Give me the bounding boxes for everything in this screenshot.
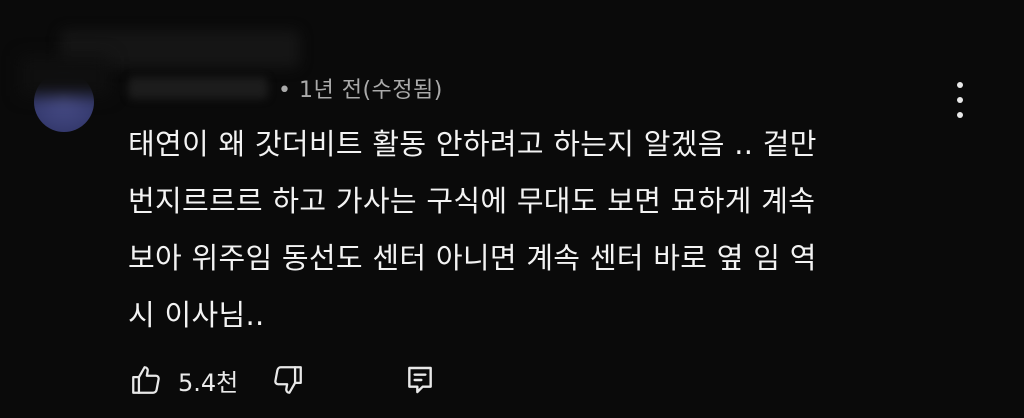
more-vertical-icon (957, 97, 963, 103)
like-button[interactable] (128, 362, 164, 398)
more-options-button[interactable] (948, 82, 972, 118)
thumbs-up-icon (132, 366, 160, 394)
reply-comment-icon (408, 366, 432, 394)
thumbs-down-icon (274, 366, 302, 394)
like-count: 5.4천 (178, 368, 239, 397)
comment-header: • 1년 전(수정됨) (128, 70, 443, 106)
more-vertical-icon (957, 82, 963, 88)
more-vertical-icon (957, 112, 963, 118)
comment-text-line: 시 이사님.. (128, 298, 265, 332)
comment-text-line: 보아 위주임 동선도 센터 아니면 계속 센터 바로 옆 임 역 (128, 241, 817, 275)
redacted-blur (20, 56, 110, 96)
dislike-button[interactable] (270, 362, 306, 398)
comment-text: 태연이 왜 갓더비트 활동 안하려고 하는지 알겠음 .. 겉만 번지르르르 하… (128, 116, 948, 344)
comment-meta: • 1년 전(수정됨) (278, 78, 443, 103)
comment-item: • 1년 전(수정됨) 태연이 왜 갓더비트 활동 안하려고 하는지 알겠음 .… (0, 0, 1024, 418)
reply-button[interactable] (402, 362, 438, 398)
comment-text-line: 번지르르르 하고 가사는 구식에 무대도 보면 묘하게 계속 (128, 184, 816, 218)
comment-actions: 5.4천 (128, 360, 438, 400)
author-name[interactable] (128, 77, 268, 99)
comment-text-line: 태연이 왜 갓더비트 활동 안하려고 하는지 알겠음 .. 겉만 (128, 127, 817, 161)
